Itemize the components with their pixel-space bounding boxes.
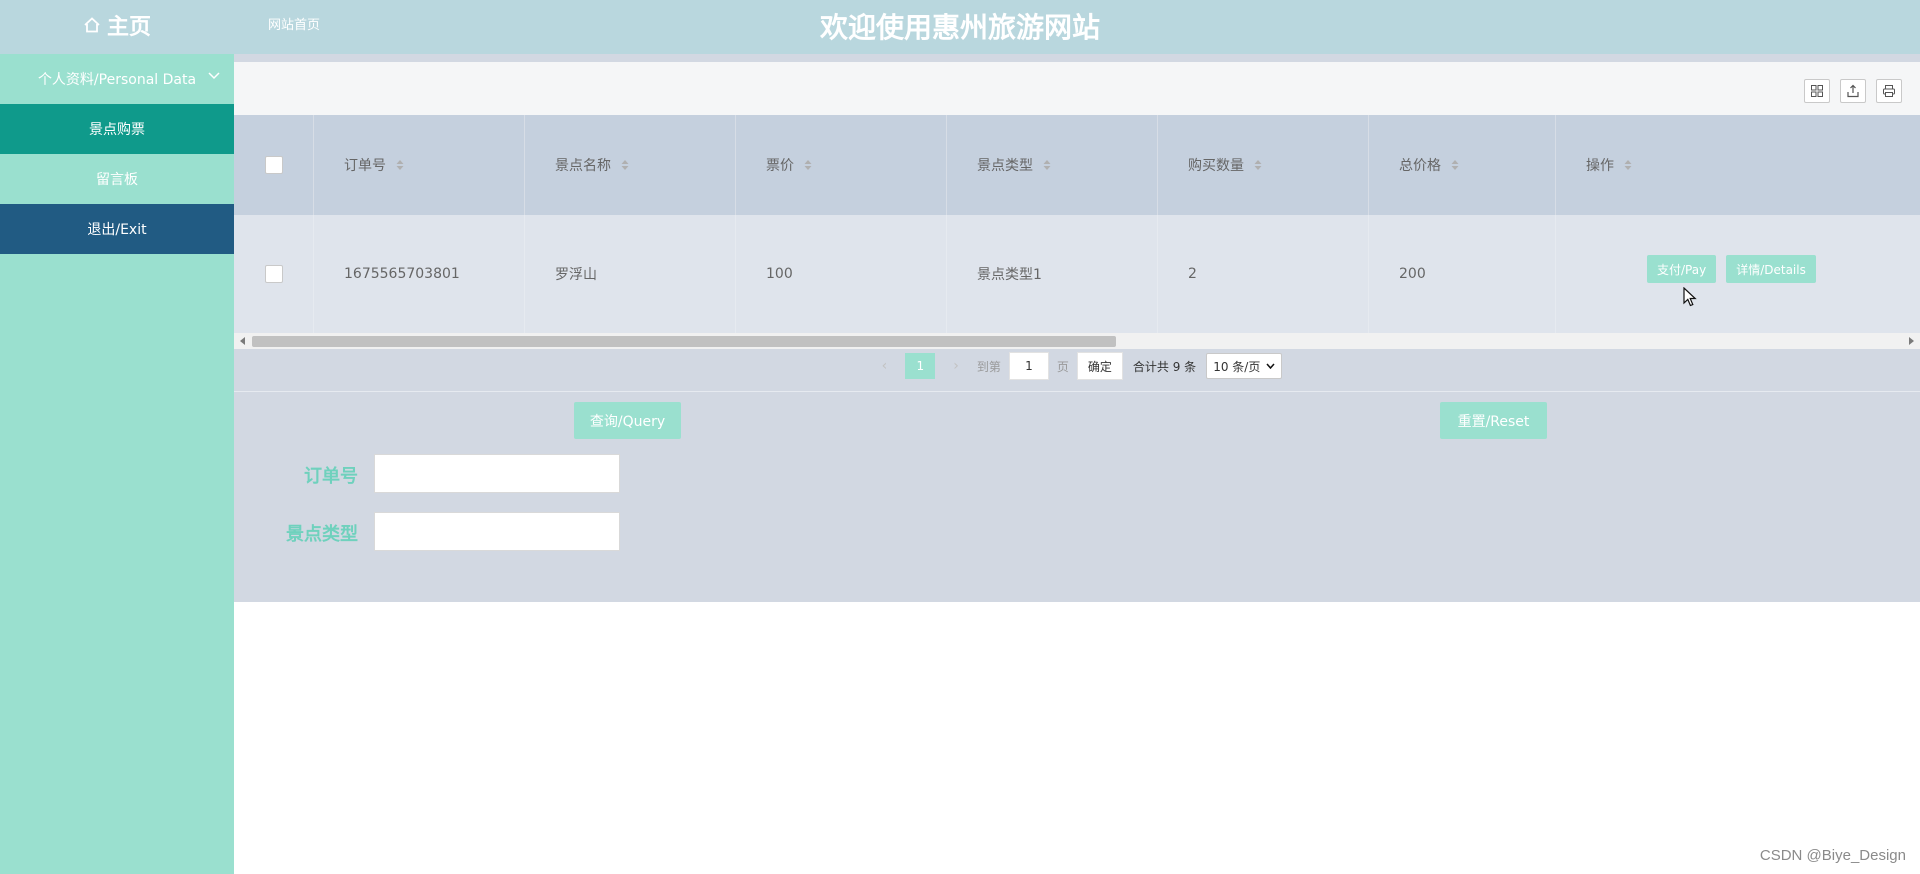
- prev-page-icon[interactable]: ‹: [882, 358, 888, 374]
- page-size-select[interactable]: 10 条/页: [1206, 353, 1283, 379]
- order-no-label: 订单号: [304, 466, 358, 487]
- goto-label: 到第: [976, 359, 1001, 374]
- table-header-row: 订单号 景点名称 票价 景点类型 购买数量 总价格 操作: [234, 115, 1920, 215]
- sort-icon[interactable]: [1451, 159, 1459, 171]
- sidebar-item-label: 留言板: [96, 172, 138, 188]
- site-home-link[interactable]: 网站首页: [268, 14, 320, 33]
- home-link[interactable]: 主页: [0, 0, 234, 50]
- column-header-label: 景点类型: [977, 158, 1033, 174]
- top-header: 主页 网站首页 欢迎使用惠州旅游网站: [0, 0, 1920, 54]
- column-header-label: 总价格: [1399, 158, 1441, 174]
- sidebar: 个人资料/Personal Data 景点购票 留言板 退出/Exit: [0, 54, 234, 874]
- sort-icon[interactable]: [804, 159, 812, 171]
- sidebar-item-label: 退出/Exit: [87, 222, 147, 238]
- column-header-price[interactable]: 票价: [736, 115, 947, 215]
- details-button[interactable]: 详情/Details: [1726, 255, 1816, 283]
- scroll-right-icon[interactable]: [1909, 337, 1914, 345]
- home-icon: [84, 17, 100, 33]
- export-button[interactable]: [1840, 79, 1866, 103]
- reset-button[interactable]: 重置/Reset: [1440, 402, 1547, 439]
- scroll-left-icon[interactable]: [240, 337, 245, 345]
- total-count: 合计共 9 条: [1132, 359, 1197, 374]
- sidebar-item-exit[interactable]: 退出/Exit: [0, 204, 234, 254]
- scenic-type-input[interactable]: [374, 512, 620, 551]
- sort-icon[interactable]: [396, 159, 404, 171]
- column-header-label: 景点名称: [555, 158, 611, 174]
- watermark: CSDN @Biye_Design: [1759, 847, 1906, 864]
- cell-scenic-name: 罗浮山: [525, 215, 736, 333]
- sidebar-item-ticket-purchase[interactable]: 景点购票: [0, 104, 234, 154]
- sort-icon[interactable]: [1254, 159, 1262, 171]
- print-icon: [1883, 85, 1895, 97]
- cell-actions: 支付/Pay 详情/Details: [1556, 215, 1920, 333]
- page-number-current[interactable]: 1: [905, 353, 936, 379]
- grid-icon: [1811, 85, 1823, 97]
- print-button[interactable]: [1876, 79, 1902, 103]
- goto-page-input[interactable]: 1: [1008, 352, 1049, 380]
- sort-icon[interactable]: [1043, 159, 1051, 171]
- chevron-down-icon: [1266, 363, 1275, 369]
- row-select-cell: [234, 215, 314, 333]
- column-header-scenic-type[interactable]: 景点类型: [947, 115, 1158, 215]
- cell-quantity: 2: [1158, 215, 1369, 333]
- row-checkbox[interactable]: [264, 265, 283, 283]
- sidebar-item-label: 个人资料/Personal Data: [37, 72, 197, 88]
- column-header-label: 票价: [766, 158, 794, 174]
- table-row: 1675565703801 罗浮山 100 景点类型1 2 200 支付/Pay…: [234, 215, 1920, 333]
- column-header-actions[interactable]: 操作: [1556, 115, 1920, 215]
- main-panel: 订单号 景点名称 票价 景点类型 购买数量 总价格 操作 16755657038…: [234, 62, 1920, 602]
- sort-icon[interactable]: [1624, 159, 1632, 171]
- chevron-down-icon: [208, 72, 220, 80]
- cell-total: 200: [1369, 215, 1556, 333]
- page-size-value: 10 条/页: [1213, 359, 1261, 374]
- header-select-cell: [234, 115, 314, 215]
- goto-confirm-button[interactable]: 确定: [1076, 352, 1123, 380]
- header-divider: [234, 54, 1920, 62]
- select-all-checkbox[interactable]: [264, 156, 283, 174]
- sidebar-item-personal-data[interactable]: 个人资料/Personal Data: [0, 54, 234, 104]
- sort-icon[interactable]: [621, 159, 629, 171]
- home-label: 主页: [106, 15, 151, 40]
- column-header-label: 购买数量: [1188, 158, 1244, 174]
- cell-order-no: 1675565703801: [314, 215, 525, 333]
- sidebar-item-message-board[interactable]: 留言板: [0, 154, 234, 204]
- query-button[interactable]: 查询/Query: [574, 402, 681, 439]
- table-toolbar: [234, 62, 1920, 115]
- column-header-label: 订单号: [344, 158, 386, 174]
- scenic-type-label: 景点类型: [286, 524, 358, 545]
- cell-scenic-type: 景点类型1: [947, 215, 1158, 333]
- order-no-input[interactable]: [374, 454, 620, 493]
- page-unit-label: 页: [1056, 359, 1069, 374]
- columns-filter-button[interactable]: [1804, 79, 1830, 103]
- column-header-total[interactable]: 总价格: [1369, 115, 1556, 215]
- export-icon: [1847, 84, 1859, 98]
- column-header-order-no[interactable]: 订单号: [314, 115, 525, 215]
- cell-price: 100: [736, 215, 947, 333]
- column-header-label: 操作: [1586, 158, 1614, 174]
- pagination: ‹ 1 › 到第 1 页 确定 合计共 9 条 10 条/页: [234, 349, 1920, 383]
- mouse-cursor-icon: [1683, 287, 1697, 307]
- table-horizontal-scrollbar[interactable]: [234, 333, 1920, 349]
- scrollbar-thumb[interactable]: [252, 336, 1116, 347]
- next-page-icon[interactable]: ›: [953, 358, 959, 374]
- column-header-scenic-name[interactable]: 景点名称: [525, 115, 736, 215]
- pay-button[interactable]: 支付/Pay: [1647, 255, 1717, 283]
- sidebar-item-label: 景点购票: [89, 122, 145, 138]
- section-divider: [234, 391, 1920, 392]
- column-header-quantity[interactable]: 购买数量: [1158, 115, 1369, 215]
